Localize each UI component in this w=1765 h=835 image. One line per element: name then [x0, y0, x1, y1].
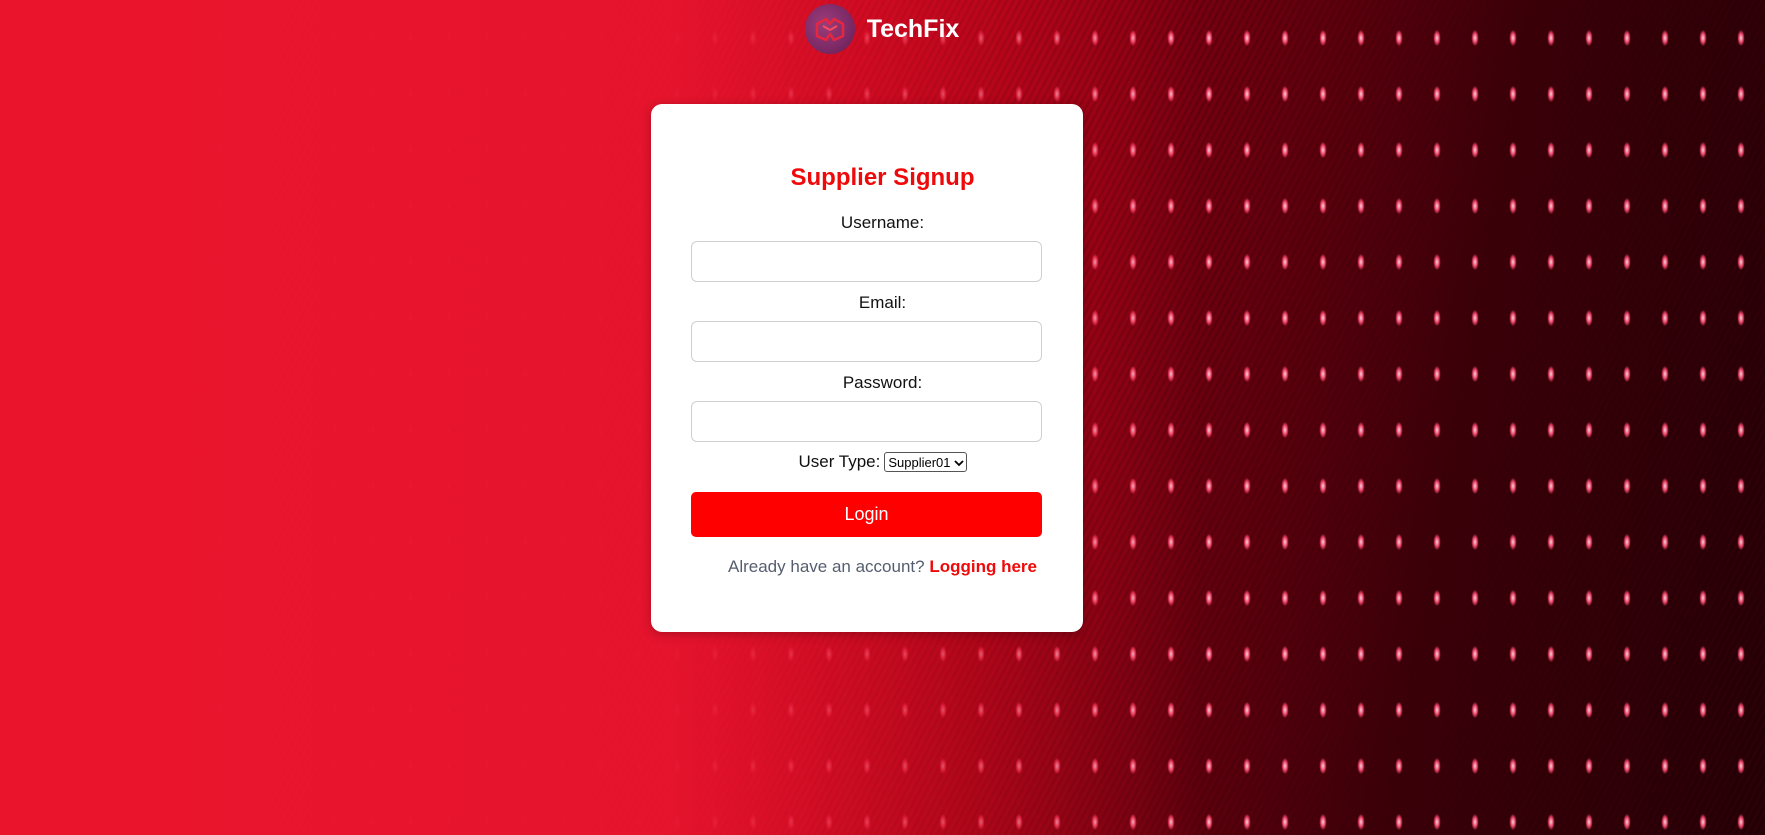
password-field[interactable] [691, 401, 1042, 442]
user-type-select[interactable]: Supplier01 [884, 452, 967, 472]
login-link[interactable]: Logging here [929, 557, 1037, 576]
password-label: Password: [842, 373, 923, 392]
email-label: Email: [858, 293, 907, 312]
username-label: Username: [840, 213, 925, 232]
user-type-row: User Type: Supplier01 [0, 452, 1765, 472]
page-title: Supplier Signup [790, 164, 975, 191]
brand-name: TechFix [866, 14, 960, 43]
user-type-selected-value: Supplier01 [888, 454, 951, 470]
brand[interactable]: TechFix [804, 4, 960, 54]
top-header: TechFix [0, 0, 1765, 58]
user-type-label: User Type: [798, 452, 881, 471]
account-prompt-text: Already have an account? [728, 557, 925, 576]
email-field[interactable] [691, 321, 1042, 362]
chevron-down-icon [953, 455, 964, 470]
login-button[interactable]: Login [691, 492, 1042, 537]
techfix-logo-icon [804, 4, 855, 54]
username-field[interactable] [691, 241, 1042, 282]
account-prompt: Already have an account? Logging here [0, 557, 1765, 577]
